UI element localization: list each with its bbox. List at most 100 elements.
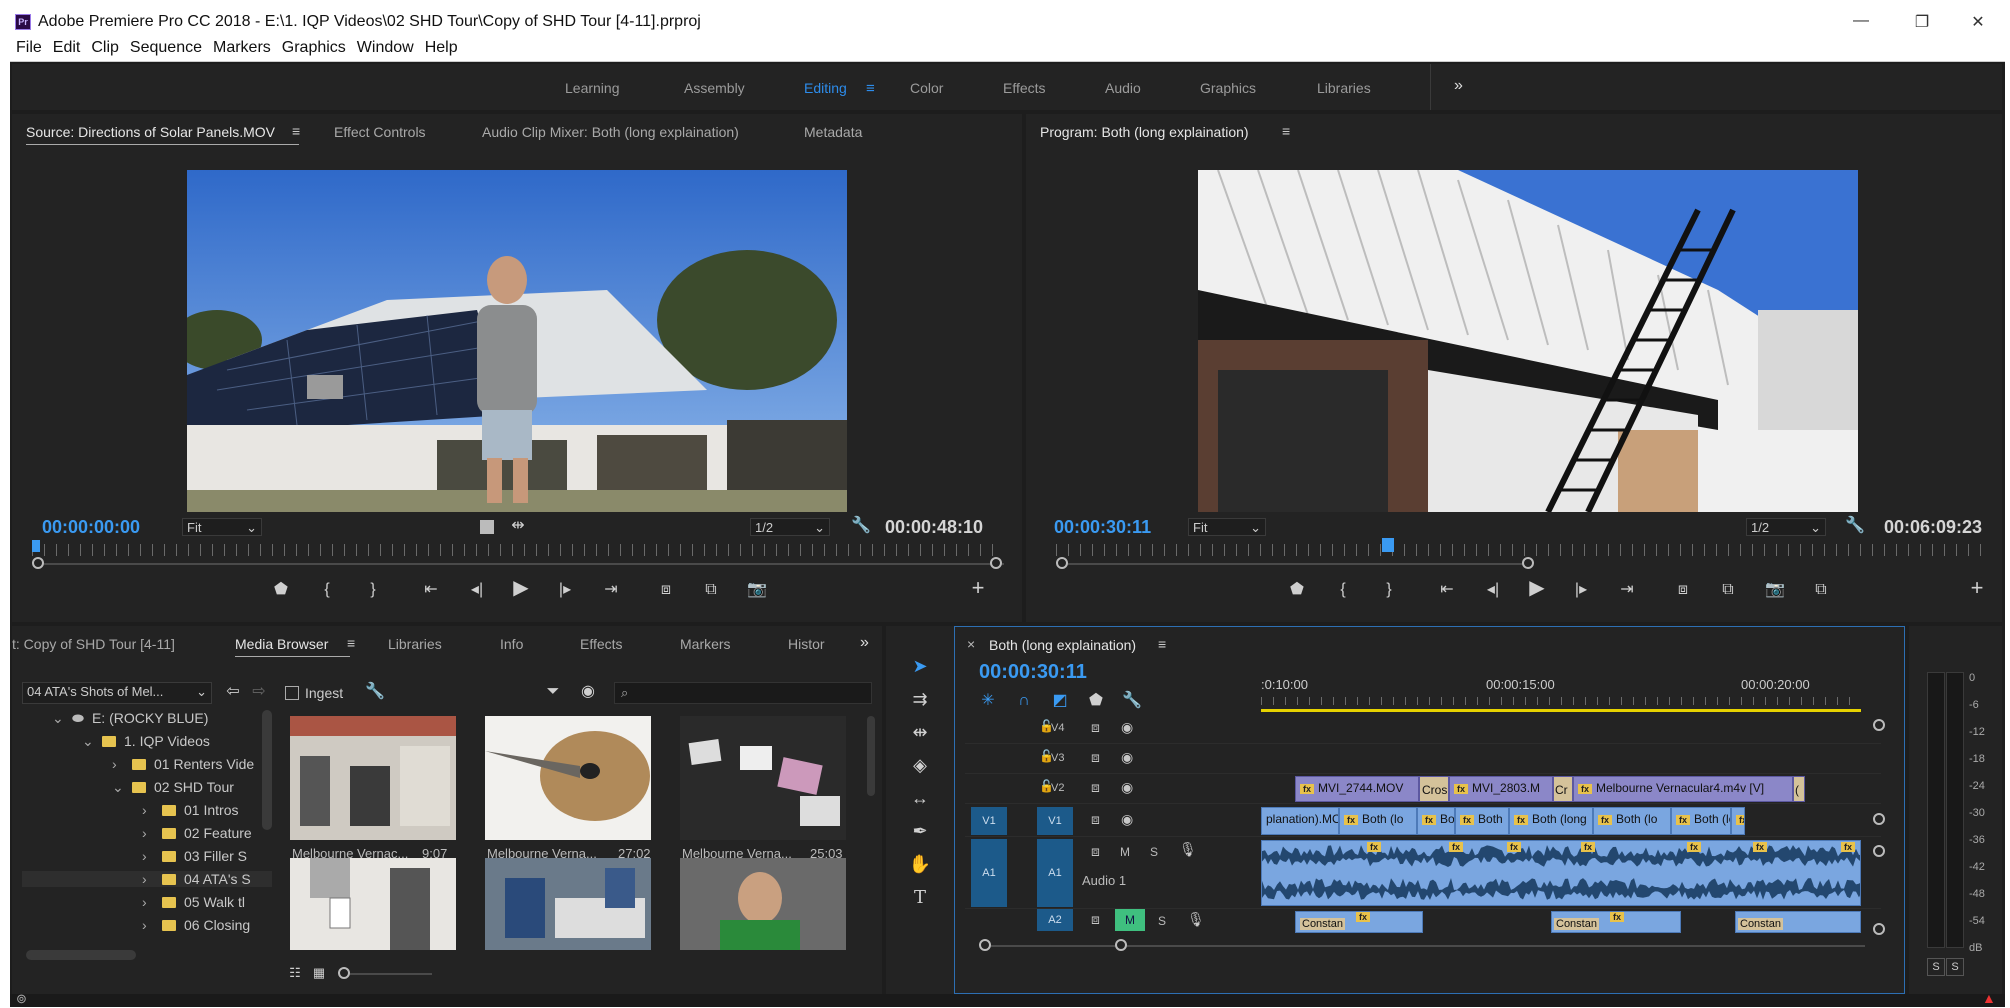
timeline-clip-v1[interactable]: fxBoth bbox=[1455, 807, 1509, 835]
timeline-clip-v2[interactable]: fx MVI_2744.MOV bbox=[1295, 776, 1419, 802]
source-patch-v1[interactable]: V1 bbox=[971, 807, 1007, 835]
menu-file[interactable]: File bbox=[16, 39, 42, 57]
media-thumbnail[interactable] bbox=[680, 858, 846, 950]
add-marker-icon[interactable]: ⬟ bbox=[1286, 580, 1308, 600]
back-arrow-icon[interactable]: ⇦ bbox=[222, 682, 244, 702]
mute-button[interactable]: M bbox=[1120, 845, 1130, 859]
chevron-right-icon[interactable]: › bbox=[142, 894, 162, 910]
menu-graphics[interactable]: Graphics bbox=[282, 39, 346, 57]
workspace-learning[interactable]: Learning bbox=[565, 80, 620, 96]
hand-tool-icon[interactable]: ✋ bbox=[906, 854, 934, 875]
mute-button-active[interactable]: M bbox=[1115, 909, 1145, 931]
tree-horizontal-scrollbar[interactable] bbox=[26, 950, 136, 960]
menu-markers[interactable]: Markers bbox=[213, 39, 271, 57]
overwrite-icon[interactable]: ⧉ bbox=[700, 580, 722, 600]
step-forward-icon[interactable]: |▸ bbox=[1570, 580, 1592, 600]
icon-view-icon[interactable]: ▦ bbox=[308, 963, 330, 983]
sync-lock-icon[interactable]: ⧈ bbox=[1091, 811, 1100, 828]
safe-margins-icon[interactable] bbox=[480, 520, 494, 534]
chevron-right-icon[interactable]: › bbox=[142, 848, 162, 864]
workspace-assembly[interactable]: Assembly bbox=[684, 80, 745, 96]
workspace-editing[interactable]: Editing bbox=[804, 80, 847, 96]
mark-in-icon[interactable]: { bbox=[316, 580, 338, 600]
workspace-graphics[interactable]: Graphics bbox=[1200, 80, 1256, 96]
linked-selection-icon[interactable]: ◩ bbox=[1049, 691, 1071, 711]
tree-row[interactable]: › 02 Feature bbox=[142, 825, 252, 841]
timeline-clip-v2[interactable]: fx MVI_2803.M bbox=[1449, 776, 1553, 802]
nest-toggle-icon[interactable]: ✳ bbox=[977, 691, 999, 711]
type-tool-icon[interactable]: T bbox=[906, 887, 934, 908]
tree-row[interactable]: ⌄ 1. IQP Videos bbox=[82, 733, 210, 750]
tab-libraries[interactable]: Libraries bbox=[388, 636, 442, 652]
media-thumbnail[interactable] bbox=[485, 716, 651, 840]
chevron-right-icon[interactable]: › bbox=[142, 917, 162, 933]
media-thumbnail[interactable] bbox=[290, 858, 456, 950]
tree-row[interactable]: › 01 Renters Vide bbox=[112, 756, 254, 772]
list-view-icon[interactable]: ☷ bbox=[284, 963, 306, 983]
chevron-right-icon[interactable]: › bbox=[112, 756, 132, 772]
timeline-settings-wrench-icon[interactable]: 🔧 bbox=[1121, 691, 1143, 711]
timeline-vertical-scroll-handle[interactable] bbox=[1873, 845, 1885, 857]
timeline-clip-v1[interactable]: fx Both (lo bbox=[1339, 807, 1417, 835]
sync-lock-icon[interactable]: ⧈ bbox=[1091, 843, 1100, 860]
warning-icon[interactable]: ▲ bbox=[1982, 990, 1996, 1006]
source-playhead[interactable] bbox=[32, 540, 40, 552]
export-frame-icon[interactable]: 📷 bbox=[746, 580, 768, 600]
timeline-clip-v1[interactable]: fx Both (long bbox=[1509, 807, 1593, 835]
ingest-settings-wrench-icon[interactable]: 🔧 bbox=[364, 682, 386, 702]
media-browser-menu-icon[interactable]: ≡ bbox=[347, 635, 355, 651]
thumbnail-zoom-slider[interactable] bbox=[342, 973, 432, 975]
insert-arrows-icon[interactable]: ⇹ bbox=[507, 516, 529, 536]
tab-project[interactable]: t: Copy of SHD Tour [4-11] bbox=[12, 636, 175, 652]
creative-cloud-icon[interactable]: ⊚ bbox=[16, 991, 27, 1007]
chevron-right-icon[interactable]: › bbox=[142, 802, 162, 818]
go-to-out-icon[interactable]: ⇥ bbox=[600, 580, 622, 600]
thumbnails-scrollbar[interactable] bbox=[867, 716, 875, 796]
maximize-button[interactable]: ❐ bbox=[1911, 12, 1933, 32]
go-to-in-icon[interactable]: ⇤ bbox=[420, 580, 442, 600]
program-timecode[interactable]: 00:00:30:11 bbox=[1054, 517, 1151, 538]
workspace-libraries[interactable]: Libraries bbox=[1317, 80, 1371, 96]
timeline-menu-icon[interactable]: ≡ bbox=[1158, 636, 1166, 652]
solo-button[interactable]: S bbox=[1158, 914, 1166, 928]
chevron-down-icon[interactable]: ⌄ bbox=[82, 733, 102, 750]
chevron-down-icon[interactable]: ⌄ bbox=[112, 779, 132, 796]
timeline-transition-v2[interactable]: Cros bbox=[1419, 776, 1449, 802]
selection-tool-icon[interactable]: ➤ bbox=[906, 656, 934, 677]
tab-info[interactable]: Info bbox=[500, 636, 523, 652]
media-search-input[interactable]: ⌕ bbox=[614, 682, 872, 704]
program-zoom-end-handle[interactable] bbox=[1522, 557, 1534, 569]
chevron-down-icon[interactable]: ⌄ bbox=[52, 710, 72, 727]
eye-icon[interactable]: ◉ bbox=[1121, 719, 1133, 736]
sync-lock-icon[interactable]: ⧈ bbox=[1091, 749, 1100, 766]
thumbnail-zoom-handle[interactable] bbox=[338, 967, 350, 979]
timeline-zoom-start-handle[interactable] bbox=[979, 939, 991, 951]
tab-effects[interactable]: Effects bbox=[580, 636, 623, 652]
play-icon[interactable]: ▶ bbox=[1526, 578, 1548, 598]
source-patch-a1[interactable]: A1 bbox=[971, 839, 1007, 907]
timeline-ruler[interactable] bbox=[1261, 697, 1861, 705]
timeline-audio-clip-a2[interactable]: fx Constan bbox=[1551, 911, 1681, 933]
source-zoom-end-handle[interactable] bbox=[990, 557, 1002, 569]
mark-in-icon[interactable]: { bbox=[1332, 580, 1354, 600]
menu-clip[interactable]: Clip bbox=[91, 39, 119, 57]
workspace-menu-icon[interactable]: ≡ bbox=[866, 80, 875, 97]
program-button-editor-icon[interactable]: + bbox=[1966, 577, 1988, 599]
timeline-vertical-scroll-handle[interactable] bbox=[1873, 813, 1885, 825]
ripple-edit-tool-icon[interactable]: ⇹ bbox=[906, 722, 934, 743]
track-target-a1[interactable]: A1 bbox=[1037, 839, 1073, 907]
timeline-vertical-scroll-handle[interactable] bbox=[1873, 923, 1885, 935]
menu-help[interactable]: Help bbox=[425, 39, 458, 57]
eye-icon[interactable]: ◉ bbox=[1121, 811, 1133, 828]
timeline-transition-v2[interactable]: Cr bbox=[1553, 776, 1573, 802]
tab-effect-controls[interactable]: Effect Controls bbox=[334, 124, 426, 140]
program-resolution-dropdown[interactable]: 1/2 ⌄ bbox=[1746, 518, 1826, 536]
snap-magnet-icon[interactable]: ∩ bbox=[1013, 691, 1035, 711]
add-marker-icon[interactable]: ⬟ bbox=[270, 580, 292, 600]
extract-icon[interactable]: ⧉ bbox=[1717, 580, 1739, 600]
timeline-clip-v1[interactable]: planation).MOV [V] bbox=[1261, 807, 1339, 835]
step-back-icon[interactable]: ◂| bbox=[1482, 580, 1504, 600]
source-resolution-dropdown[interactable]: 1/2 ⌄ bbox=[750, 518, 830, 536]
tab-history[interactable]: Histor bbox=[788, 636, 825, 652]
tab-audio-clip-mixer[interactable]: Audio Clip Mixer: Both (long explainatio… bbox=[482, 124, 739, 140]
